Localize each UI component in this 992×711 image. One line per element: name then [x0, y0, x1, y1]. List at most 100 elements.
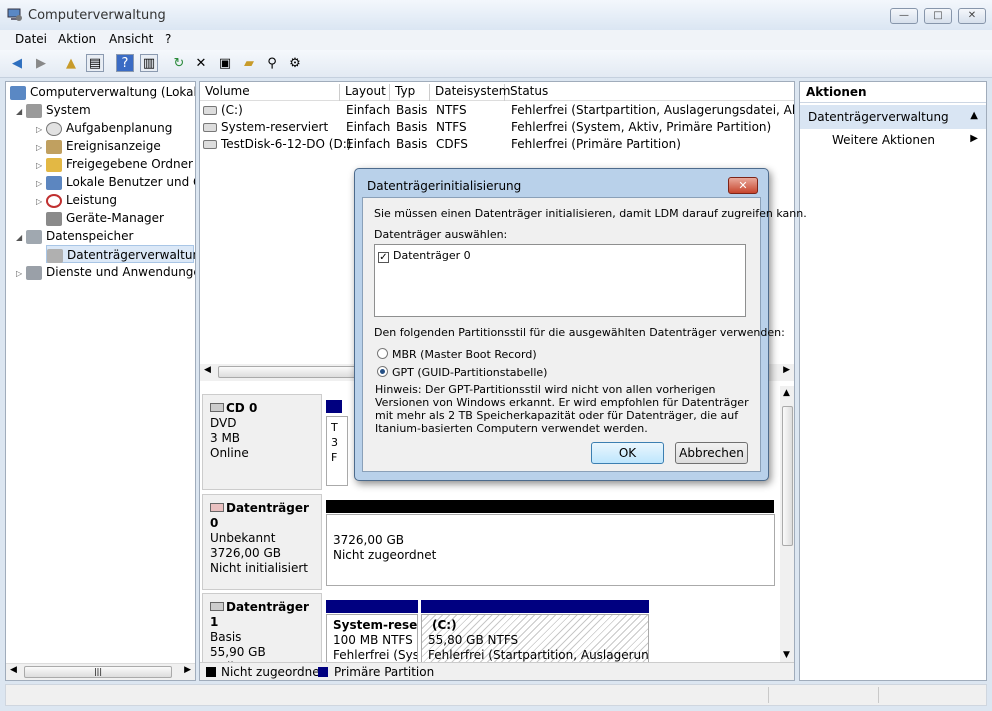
- tree-label: Dienste und Anwendungen: [46, 265, 196, 279]
- disk-view-vertical-scrollbar[interactable]: ▲ ▼: [780, 386, 794, 662]
- gpt-hint-text: Hinweis: Der GPT-Partitionsstil wird nic…: [375, 383, 749, 435]
- primary-partition-bar: [326, 400, 342, 413]
- scrollbar-thumb[interactable]: [782, 406, 793, 546]
- cancel-button[interactable]: Abbrechen: [675, 442, 748, 464]
- disk-label-disk0[interactable]: Datenträger 0 Unbekannt 3726,00 GB Nicht…: [202, 494, 322, 590]
- disk-label-cd0[interactable]: CD 0 DVD 3 MB Online: [202, 394, 322, 490]
- tree-node-sharedfolders[interactable]: ▷ Freigegebene Ordner: [36, 155, 193, 173]
- tree-node-performance[interactable]: ▷ Leistung: [36, 191, 117, 209]
- scrollbar-thumb[interactable]: |||: [24, 666, 172, 678]
- column-layout[interactable]: Layout: [340, 84, 390, 101]
- disk-type: DVD: [210, 416, 237, 430]
- disk-state: Nicht initialisiert: [210, 561, 308, 575]
- scroll-up-icon[interactable]: ▲: [783, 388, 790, 398]
- column-filesystem[interactable]: Dateisystem: [430, 84, 510, 101]
- menu-help[interactable]: ?: [165, 32, 171, 46]
- search-icon[interactable]: ⚲: [263, 54, 281, 72]
- show-action-pane-icon[interactable]: ▥: [140, 54, 158, 72]
- tree-node-taskscheduler[interactable]: ▷ Aufgabenplanung: [36, 119, 172, 137]
- gpt-label: GPT (GUID-Partitionstabelle): [392, 366, 548, 379]
- dialog-title: Datenträgerinitialisierung: [367, 179, 522, 193]
- tree-node-eventviewer[interactable]: ▷ Ereignisanzeige: [36, 137, 161, 155]
- checkbox-checked[interactable]: ✓: [378, 252, 389, 263]
- disk-type: Unbekannt: [210, 531, 276, 545]
- scroll-right-icon[interactable]: ▶: [783, 365, 790, 375]
- tree-horizontal-scrollbar[interactable]: ◀ ||| ▶: [6, 663, 195, 680]
- cell-line: F: [331, 451, 338, 464]
- column-volume[interactable]: Volume: [200, 84, 340, 101]
- maximize-button[interactable]: □: [924, 8, 952, 24]
- column-type[interactable]: Typ: [390, 84, 430, 101]
- actions-section-disk-management[interactable]: Datenträgerverwaltung ▲: [800, 105, 986, 129]
- volume-layout: Einfach: [346, 103, 391, 117]
- disk-name: CD 0: [226, 401, 258, 415]
- partition-c[interactable]: (C:) 55,80 GB NTFS Fehlerfrei (Startpart…: [421, 614, 649, 662]
- mbr-radio[interactable]: MBR (Master Boot Record): [377, 348, 537, 361]
- scroll-left-icon[interactable]: ◀: [10, 665, 17, 675]
- scroll-right-icon[interactable]: ▶: [184, 665, 191, 675]
- volume-row[interactable]: System-reserviert Einfach Basis NTFS Feh…: [200, 119, 794, 136]
- show-tree-icon[interactable]: ▤: [86, 54, 104, 72]
- menu-ansicht[interactable]: Ansicht: [109, 32, 153, 46]
- back-arrow-icon[interactable]: ◀: [8, 54, 26, 72]
- partition-system-reserved[interactable]: System-reserv 100 MB NTFS Fehlerfrei (Sy…: [326, 614, 418, 662]
- volume-filesystem: NTFS: [436, 103, 467, 117]
- tree-node-storage[interactable]: ◢ Datenspeicher: [16, 227, 133, 245]
- refresh-icon[interactable]: ↻: [170, 54, 188, 72]
- tree-label: Datenspeicher: [46, 229, 134, 243]
- collapse-arrow-icon[interactable]: ◢: [16, 103, 26, 121]
- collapse-arrow-icon[interactable]: ◢: [16, 229, 26, 247]
- tree-node-system[interactable]: ◢ System: [16, 101, 91, 119]
- more-actions-item[interactable]: Weitere Aktionen ▶: [800, 129, 986, 151]
- delete-icon[interactable]: ✕: [192, 54, 210, 72]
- radio-selected[interactable]: [377, 366, 388, 377]
- help-icon[interactable]: ?: [116, 54, 134, 72]
- disk-label-disk1[interactable]: Datenträger 1 Basis 55,90 GB Online: [202, 593, 322, 662]
- volume-row[interactable]: TestDisk-6-12-DO (D:) Einfach Basis CDFS…: [200, 136, 794, 153]
- status-separator: [768, 687, 769, 703]
- collapse-up-icon[interactable]: ▲: [970, 110, 978, 121]
- disk0-unallocated-cell[interactable]: 3726,00 GB Nicht zugeordnet: [326, 514, 775, 586]
- properties-icon[interactable]: ▣: [216, 54, 234, 72]
- tree-node-devicemanager[interactable]: Geräte-Manager: [46, 209, 164, 227]
- tree-node-root[interactable]: Computerverwaltung (Lokal): [10, 83, 195, 101]
- up-folder-icon[interactable]: ▲: [62, 54, 80, 72]
- partition-name: (C:): [432, 618, 457, 632]
- computer-management-icon: [7, 8, 23, 22]
- scrollbar-thumb[interactable]: [218, 366, 358, 378]
- expand-arrow-icon[interactable]: ▷: [16, 265, 26, 283]
- section-label: Datenträgerverwaltung: [808, 110, 949, 124]
- close-icon: ✕: [738, 179, 748, 192]
- scroll-left-icon[interactable]: ◀: [204, 365, 211, 375]
- gpt-radio[interactable]: GPT (GUID-Partitionstabelle): [377, 366, 547, 379]
- disk-listbox[interactable]: ✓ Datenträger 0: [374, 244, 746, 317]
- tree-node-localusers[interactable]: ▷Lokale Benutzer und Gru: [36, 173, 195, 191]
- volume-row[interactable]: (C:) Einfach Basis NTFS Fehlerfrei (Star…: [200, 102, 794, 119]
- scroll-down-icon[interactable]: ▼: [783, 650, 790, 660]
- disk-management-icon: [47, 248, 63, 263]
- tree-node-services[interactable]: ▷ Dienste und Anwendungen: [16, 263, 196, 283]
- volume-status: Fehlerfrei (System, Aktiv, Primäre Parti…: [511, 120, 772, 134]
- tree-label: System: [46, 103, 91, 117]
- partition-size: 55,80 GB NTFS: [428, 633, 519, 647]
- disk-list-item[interactable]: ✓ Datenträger 0: [378, 249, 471, 263]
- cd0-volume-cell[interactable]: T 3 F: [326, 416, 348, 486]
- dialog-close-button[interactable]: ✕: [728, 177, 758, 194]
- partition-status: Fehlerfrei (Startpartition, Auslagerungs…: [428, 648, 649, 662]
- tree-node-diskmanagement[interactable]: Datenträgerverwaltung: [46, 245, 195, 263]
- partition-size: 100 MB NTFS: [333, 633, 413, 647]
- minimize-button[interactable]: —: [890, 8, 918, 24]
- cell-state: Nicht zugeordnet: [333, 548, 437, 562]
- close-button[interactable]: ✕: [958, 8, 986, 24]
- menu-datei[interactable]: Datei: [15, 32, 47, 46]
- ok-button[interactable]: OK: [591, 442, 664, 464]
- disk-state: Online: [210, 446, 249, 460]
- open-folder-icon[interactable]: ▰: [240, 54, 258, 72]
- forward-arrow-icon[interactable]: ▶: [32, 54, 50, 72]
- menu-aktion[interactable]: Aktion: [58, 32, 96, 46]
- expand-arrow-icon[interactable]: ▷: [36, 193, 46, 211]
- column-status[interactable]: Status: [505, 84, 794, 101]
- event-log-icon: [46, 139, 62, 154]
- settings-icon[interactable]: ⚙: [286, 54, 304, 72]
- radio-unselected[interactable]: [377, 348, 388, 359]
